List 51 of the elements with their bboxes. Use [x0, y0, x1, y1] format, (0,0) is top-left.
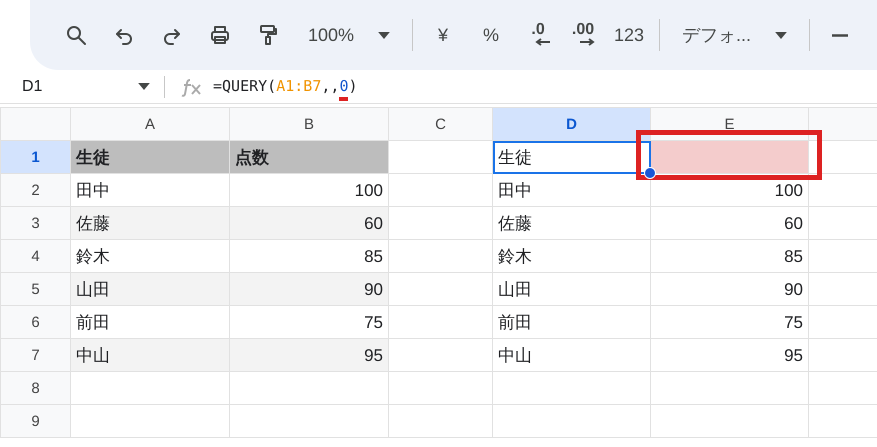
caret-icon — [138, 83, 150, 90]
row-header[interactable]: 8 — [0, 372, 70, 404]
row-header[interactable]: 4 — [0, 240, 70, 272]
table-cell: 90 — [230, 272, 388, 306]
table-cell: 佐藤 — [492, 206, 650, 240]
row-header[interactable]: 5 — [0, 272, 70, 306]
formula-text: =QUERY(A1:B7,,0) — [213, 75, 358, 98]
function-icon — [181, 76, 203, 96]
minus-icon — [832, 34, 848, 36]
table-cell: 生徒 — [492, 140, 650, 174]
format-button[interactable]: 123 — [605, 15, 654, 55]
table-cell: 前田 — [492, 306, 650, 338]
table-cell: 山田 — [492, 272, 650, 306]
column-header[interactable]: B — [230, 108, 388, 140]
cell-reference: D1 — [22, 76, 42, 96]
right-arrow-icon — [579, 37, 596, 47]
table-cell: 60 — [230, 206, 388, 240]
table-cell: 60 — [650, 206, 808, 240]
table-cell: 山田 — [70, 272, 230, 306]
table-cell: 生徒 — [70, 140, 230, 174]
table-cell: 85 — [650, 240, 808, 272]
table-cell: 75 — [650, 306, 808, 338]
table-cell: 中山 — [492, 338, 650, 372]
table-cell: 中山 — [70, 338, 230, 372]
print-icon — [208, 23, 232, 47]
table-cell: 90 — [650, 272, 808, 306]
row-header[interactable]: 3 — [0, 206, 70, 240]
dropdown-button[interactable]: デフォ... — [666, 15, 804, 55]
column-header[interactable]: D — [492, 108, 650, 140]
decimal-button[interactable]: .00 — [561, 23, 606, 47]
format-button[interactable]: % — [467, 15, 516, 55]
row-header[interactable]: 2 — [0, 174, 70, 206]
caret-icon — [775, 32, 788, 38]
format-button[interactable]: ¥ — [419, 15, 468, 55]
dropdown-button[interactable]: 100% — [292, 15, 406, 55]
table-cell: 鈴木 — [492, 240, 650, 272]
table-cell: 佐藤 — [70, 206, 230, 240]
decimal-button[interactable]: .0 — [515, 23, 562, 47]
row-header[interactable]: 7 — [0, 338, 70, 372]
column-header[interactable]: A — [70, 108, 230, 140]
caret-icon — [378, 32, 390, 38]
row-header[interactable]: 1 — [0, 140, 70, 174]
search-icon — [64, 23, 88, 47]
fill-handle[interactable] — [644, 167, 656, 179]
row-header[interactable]: 6 — [0, 306, 70, 338]
table-cell: 点数 — [230, 140, 388, 174]
table-cell: 95 — [650, 338, 808, 372]
left-arrow-icon — [535, 37, 552, 47]
column-header[interactable]: C — [388, 108, 492, 140]
row-header[interactable]: 9 — [0, 404, 70, 438]
table-cell: 95 — [230, 338, 388, 372]
